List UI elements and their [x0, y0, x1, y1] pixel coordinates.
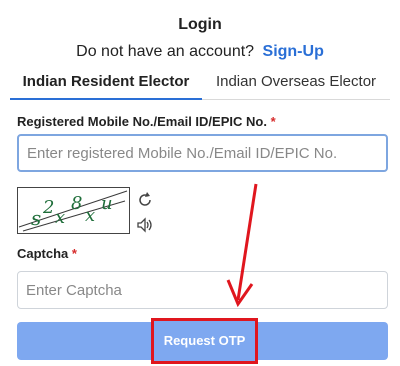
refresh-icon[interactable]	[136, 191, 154, 209]
captcha-label: Captcha *	[17, 246, 77, 261]
svg-text:x: x	[85, 205, 95, 226]
login-id-label-text: Registered Mobile No./Email ID/EPIC No.	[17, 114, 267, 129]
captcha-graphic: s 2 x 8 x u	[17, 187, 130, 234]
svg-text:8: 8	[71, 193, 82, 214]
no-account-text: Do not have an account?	[76, 43, 255, 60]
elector-type-tabs: Indian Resident Elector Indian Overseas …	[10, 70, 390, 100]
login-page: Login Do not have an account? Sign-Up In…	[0, 0, 400, 366]
tab-indian-overseas-elector[interactable]: Indian Overseas Elector	[202, 70, 390, 100]
login-id-input[interactable]	[17, 134, 388, 172]
request-otp-button[interactable]	[17, 322, 388, 360]
annotation-arrow	[226, 183, 258, 308]
required-mark: *	[270, 114, 276, 129]
captcha-image: s 2 x 8 x u	[17, 187, 130, 234]
svg-text:u: u	[101, 193, 113, 214]
signup-link[interactable]: Sign-Up	[263, 43, 324, 60]
speaker-icon[interactable]	[136, 217, 154, 233]
page-title: Login	[178, 16, 222, 33]
tab-indian-resident-elector[interactable]: Indian Resident Elector	[10, 70, 202, 100]
svg-text:x: x	[55, 207, 65, 228]
captcha-label-text: Captcha	[17, 246, 69, 261]
login-id-label: Registered Mobile No./Email ID/EPIC No. …	[17, 114, 276, 129]
svg-text:2: 2	[42, 197, 54, 218]
signup-prompt: Do not have an account? Sign-Up	[0, 43, 400, 61]
captcha-input[interactable]	[17, 271, 388, 309]
svg-text:s: s	[31, 206, 41, 230]
required-mark: *	[71, 246, 77, 261]
